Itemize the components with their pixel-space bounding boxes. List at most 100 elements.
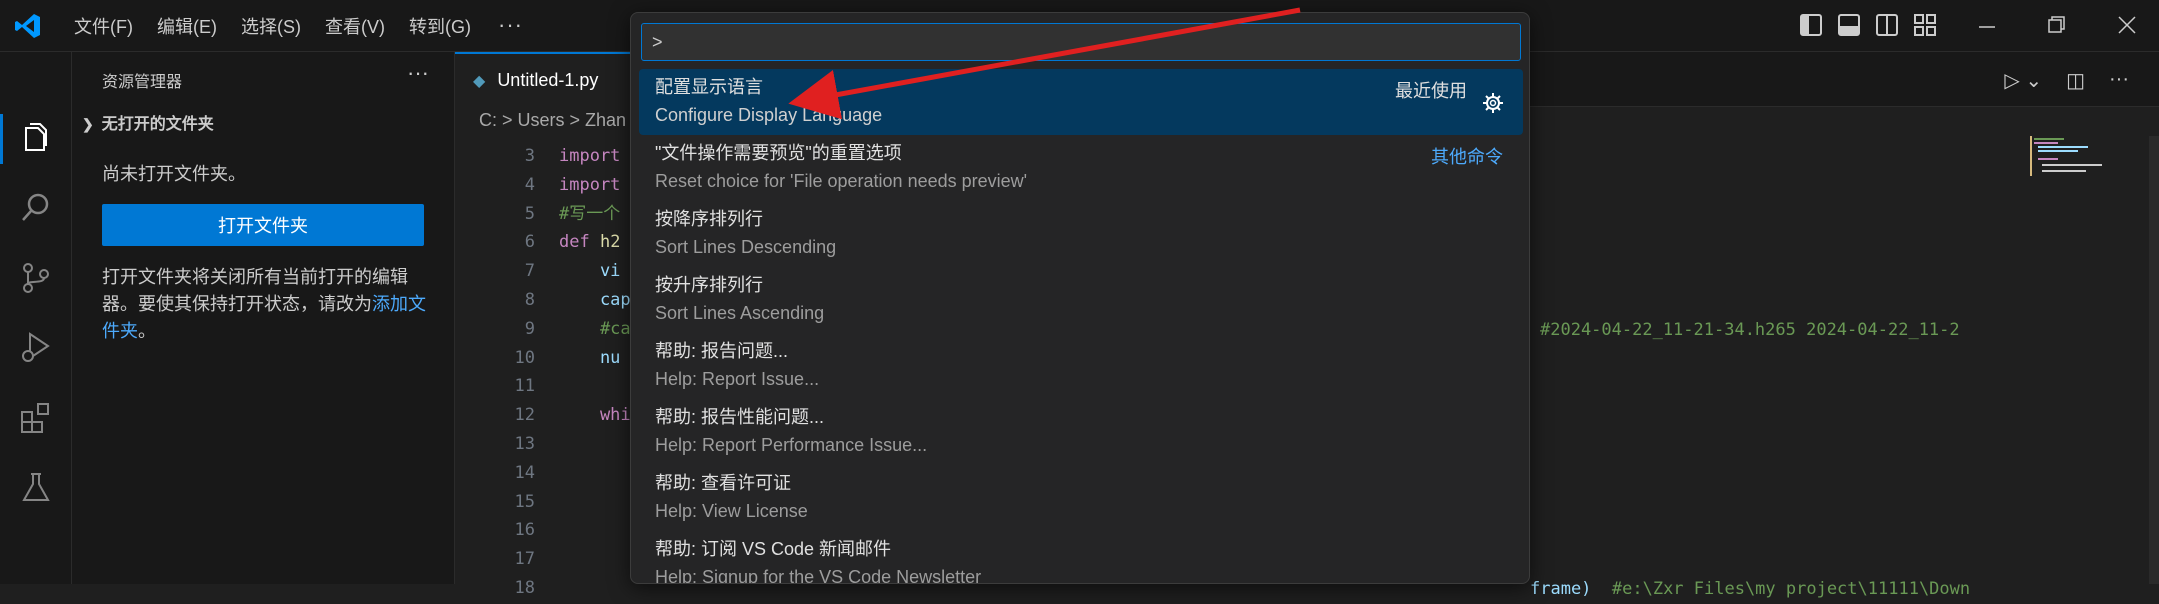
code-comment: #e:\Zxr Files\my project\11111\Down [1591, 579, 1971, 599]
command-title: 帮助: 报告问题... [655, 341, 789, 361]
code-token: cap [559, 289, 631, 310]
menu-selection[interactable]: 选择(S) [229, 13, 313, 39]
code-line-7-tail[interactable]: #2024-04-22_11-21-34.h265 2024-04-22_11-… [1540, 316, 1960, 345]
command-item[interactable]: 帮助: 报告性能问题... Help: Report Performance Is… [639, 399, 1523, 465]
code-line[interactable]: #写一个 [559, 200, 631, 229]
toggle-primary-sidebar-icon[interactable] [1800, 14, 1822, 36]
chevron-down-icon: ❯ [82, 116, 94, 132]
vertical-scrollbar[interactable] [2149, 136, 2159, 584]
testing-icon[interactable] [18, 470, 54, 506]
command-item[interactable]: "文件操作需要预览"的重置选项 Reset choice for 'File op… [639, 135, 1523, 201]
toggle-secondary-sidebar-icon[interactable] [1876, 14, 1898, 36]
no-folder-section[interactable]: ❯ 无打开的文件夹 [82, 110, 214, 134]
breadcrumb[interactable]: C: > Users > Zhan [479, 110, 626, 131]
menu-goto[interactable]: 转到(G) [397, 13, 483, 39]
code-line[interactable]: import [559, 171, 631, 200]
code-line[interactable]: import [559, 142, 631, 171]
code-line[interactable]: #ca [559, 315, 631, 344]
gear-icon[interactable] [1481, 91, 1505, 115]
code-line-16-tail[interactable]: frame) #e:\Zxr Files\my project\11111\Do… [1530, 575, 1970, 604]
code-line[interactable]: cap [559, 286, 631, 315]
command-subtitle: Help: View License [655, 501, 808, 521]
line-number: 3 [524, 146, 535, 166]
explorer-sidebar: 资源管理器 ··· ❯ 无打开的文件夹 尚未打开文件夹。 打开文件夹 打开文件夹将… [72, 52, 455, 584]
command-item[interactable]: 按升序排列行 Sort Lines Ascending [639, 267, 1523, 333]
section-label: 无打开的文件夹 [101, 116, 214, 133]
menu-bar: 文件(F) 编辑(E) 选择(S) 查看(V) 转到(G) [62, 0, 483, 52]
command-title: 帮助: 报告性能问题... [655, 407, 825, 427]
code-line[interactable] [559, 516, 631, 545]
code-line[interactable]: vi [559, 257, 631, 286]
recently-used-tag: 最近使用 [1395, 81, 1467, 101]
line-number: 13 [514, 433, 535, 454]
tab-label: Untitled-1.py [497, 70, 599, 90]
command-subtitle: Configure Display Language [655, 105, 883, 125]
code-token: nu [559, 347, 621, 368]
explorer-icon[interactable] [18, 120, 54, 156]
command-subtitle: Help: Report Issue... [655, 369, 820, 389]
editor-actions: ▷ ⌄ ◫ ··· [2004, 68, 2129, 93]
code-line[interactable]: nu [559, 344, 631, 373]
menu-view[interactable]: 查看(V) [313, 13, 397, 39]
code-line[interactable] [559, 459, 631, 488]
code-line[interactable] [559, 574, 631, 603]
restore-icon[interactable] [2048, 16, 2066, 34]
code-line[interactable]: def h2 [559, 228, 631, 257]
command-item[interactable]: 帮助: 订阅 VS Code 新闻邮件 Help: Signup for the … [639, 531, 1523, 583]
minimap[interactable] [2030, 136, 2110, 196]
code-line[interactable]: whi [559, 401, 631, 430]
menu-edit[interactable]: 编辑(E) [145, 13, 229, 39]
command-title: 帮助: 查看许可证 [655, 473, 792, 493]
toggle-panel-icon[interactable] [1838, 14, 1860, 36]
run-python-icon[interactable]: ▷ ⌄ [2004, 68, 2042, 93]
line-number: 16 [514, 520, 535, 541]
minimize-icon[interactable] [1978, 18, 1996, 36]
command-item[interactable]: 帮助: 报告问题... Help: Report Issue... [639, 333, 1523, 399]
search-icon[interactable] [18, 190, 54, 226]
sidebar-more-icon[interactable]: ··· [407, 60, 429, 86]
other-commands-link[interactable]: 其他命令 [1431, 143, 1503, 169]
line-number: 7 [524, 261, 535, 282]
menu-more-icon[interactable]: ··· [498, 12, 523, 38]
layout-controls [1800, 14, 1936, 36]
run-debug-icon[interactable] [18, 330, 54, 366]
code-token: h2 [589, 232, 621, 253]
extensions-icon[interactable] [18, 400, 54, 436]
command-subtitle: Sort Lines Ascending [655, 303, 825, 323]
open-folder-button[interactable]: 打开文件夹 [102, 204, 424, 246]
command-palette: 配置显示语言 Configure Display Language 最近使用 "文件操… [630, 12, 1530, 584]
open-folder-info: 打开文件夹将关闭所有当前打开的编辑器。要使其保持打开状态，请改为添加文件夹。 [102, 264, 432, 345]
editor-more-icon[interactable]: ··· [2109, 68, 2129, 93]
menu-file[interactable]: 文件(F) [62, 13, 145, 39]
close-icon[interactable] [2118, 16, 2136, 34]
command-title: 配置显示语言 [655, 77, 763, 97]
command-item[interactable]: 按降序排列行 Sort Lines Descending [639, 201, 1523, 267]
command-input[interactable] [641, 23, 1521, 61]
active-indicator [0, 114, 3, 164]
source-control-icon[interactable] [18, 260, 54, 296]
sidebar-title: 资源管理器 [102, 74, 183, 91]
code-line[interactable] [559, 545, 631, 574]
code-line[interactable] [559, 372, 631, 401]
command-subtitle: Reset choice for 'File operation needs p… [655, 171, 1028, 191]
command-item[interactable]: 配置显示语言 Configure Display Language 最近使用 [639, 69, 1523, 135]
code-content[interactable]: import import #写一个 def h2 vi cap #ca nu whi [559, 142, 631, 603]
line-numbers: 3 4 5 6 7 8 9 10 11 12 13 14 15 16 17 18 [455, 142, 535, 603]
tab-untitled-1[interactable]: ◆ Untitled-1.py [455, 52, 645, 107]
command-list: 配置显示语言 Configure Display Language 最近使用 "文件操… [639, 69, 1523, 583]
activity-bar [0, 52, 72, 584]
code-line[interactable] [559, 488, 631, 517]
command-title: "文件操作需要预览"的重置选项 [655, 143, 902, 163]
no-folder-message: 尚未打开文件夹。 [102, 164, 246, 184]
python-file-icon: ◆ [473, 72, 486, 90]
line-number: 5 [524, 203, 535, 224]
code-token: whi [559, 405, 631, 426]
split-editor-icon[interactable]: ◫ [2066, 68, 2085, 93]
command-title: 按升序排列行 [655, 275, 763, 295]
command-item[interactable]: 帮助: 查看许可证 Help: View License [639, 465, 1523, 531]
vscode-logo-icon[interactable] [14, 12, 42, 40]
line-number: 15 [514, 491, 535, 512]
code-line[interactable] [559, 430, 631, 459]
line-number: 12 [514, 405, 535, 426]
customize-layout-icon[interactable] [1914, 14, 1936, 36]
